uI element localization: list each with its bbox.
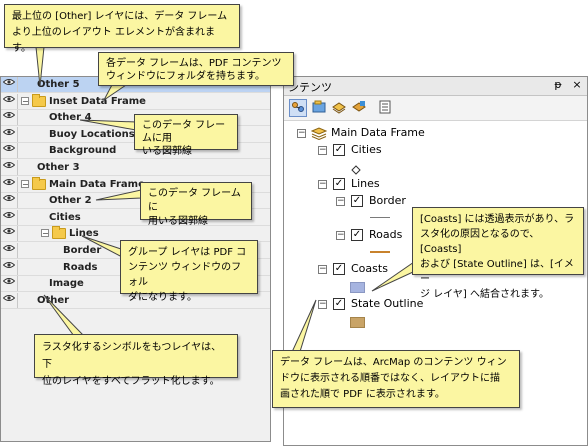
- visibility-eye-icon[interactable]: [1, 160, 18, 175]
- visibility-checkbox[interactable]: ✓: [333, 298, 345, 310]
- layer-label: Border: [369, 194, 406, 207]
- list-by-selection-icon: [352, 101, 366, 112]
- callout-main-frame-border: このデータ フレームに 用いる図郭線: [140, 182, 252, 227]
- pin-icon[interactable]: ᵽ: [552, 78, 564, 91]
- roads-line-symbol: [370, 251, 390, 253]
- callout-top-other-layer: 最上位の [Other] レイヤには、データ フレーム より上位のレイアウト エ…: [4, 4, 240, 54]
- options-icon: [379, 100, 391, 114]
- visibility-eye-icon[interactable]: [1, 127, 18, 142]
- collapse-toggle[interactable]: −: [21, 180, 29, 189]
- close-icon[interactable]: ×: [571, 78, 583, 91]
- list-by-source-icon: [312, 100, 326, 113]
- visibility-checkbox[interactable]: ✓: [333, 263, 345, 275]
- callout-raster-flatten: ラスタ化するシンボルをもつレイヤは、下 位のレイヤをすべてフラット化します。: [34, 334, 238, 387]
- layer-label: Cities: [351, 143, 382, 156]
- contents-titlebar: ンテンツ ᵽ ×: [284, 77, 587, 96]
- visibility-eye-icon[interactable]: [1, 193, 18, 208]
- layer-label: Lines: [351, 177, 380, 190]
- layer-name: Image: [49, 278, 84, 289]
- border-line-symbol: [370, 217, 390, 218]
- visibility-eye-icon[interactable]: [1, 260, 18, 275]
- layer-name: Cities: [49, 212, 81, 223]
- visibility-checkbox[interactable]: ✓: [351, 229, 363, 241]
- layer-name: Inset Data Frame: [49, 96, 146, 107]
- layer-name: Border: [63, 245, 102, 256]
- list-by-drawing-order-button[interactable]: [289, 99, 307, 117]
- toc-layer-cities[interactable]: − ✓ Cities: [318, 143, 498, 158]
- list-by-visibility-icon: [332, 102, 346, 114]
- layer-name: Other: [37, 295, 70, 306]
- collapse-toggle[interactable]: −: [318, 146, 327, 155]
- visibility-eye-icon[interactable]: [1, 177, 18, 192]
- data-frame-label: Main Data Frame: [331, 126, 425, 139]
- layer-label: State Outline: [351, 297, 424, 310]
- contents-title: ンテンツ: [288, 81, 332, 94]
- layer-name: Lines: [69, 228, 99, 239]
- visibility-checkbox[interactable]: ✓: [333, 144, 345, 156]
- state-outline-fill-symbol: [350, 317, 365, 328]
- layer-name: Other 5: [37, 79, 80, 90]
- options-button[interactable]: [376, 99, 394, 117]
- visibility-eye-icon[interactable]: [1, 293, 18, 308]
- toc-layer-lines[interactable]: − ✓ Lines: [318, 177, 498, 192]
- layer-name: Background: [49, 145, 117, 156]
- callout-group-layer: グループ レイヤは PDF コ ンテンツ ウィンドウのフォル ダになります。: [120, 240, 258, 303]
- callout-pdf-folder: 各データ フレームは、PDF コンテンツ ウィンドウにフォルダを持ちます。: [98, 52, 294, 86]
- toc-main-data-frame[interactable]: − Main Data Frame: [297, 126, 497, 141]
- visibility-checkbox[interactable]: ✓: [351, 195, 363, 207]
- contents-toolbar: [284, 96, 587, 121]
- data-frame-icon: [311, 127, 327, 140]
- callout-coasts-transparency: [Coasts] には透過表示があり、ラ スタ化の原因となるので、[Coasts…: [412, 207, 584, 300]
- pdf-layer-row[interactable]: − Inset Data Frame: [1, 94, 270, 110]
- pdf-layer-row[interactable]: Other 3: [1, 160, 270, 176]
- list-by-selection-button[interactable]: [350, 99, 368, 117]
- list-by-visibility-button[interactable]: [330, 99, 348, 117]
- collapse-toggle[interactable]: −: [297, 129, 306, 138]
- folder-icon: [52, 226, 66, 239]
- visibility-eye-icon[interactable]: [1, 210, 18, 225]
- visibility-eye-icon[interactable]: [1, 110, 18, 125]
- visibility-eye-icon[interactable]: [1, 77, 18, 92]
- layer-name: Roads: [63, 262, 98, 273]
- layer-name: Buoy Locations: [49, 129, 135, 140]
- collapse-toggle[interactable]: −: [41, 229, 49, 238]
- layer-label: Roads: [369, 228, 403, 241]
- visibility-checkbox[interactable]: ✓: [333, 178, 345, 190]
- list-by-drawing-order-icon: [292, 102, 304, 112]
- collapse-toggle[interactable]: −: [318, 300, 327, 309]
- layer-name: Main Data Frame: [49, 179, 145, 190]
- visibility-eye-icon[interactable]: [1, 94, 18, 109]
- folder-icon: [32, 177, 46, 190]
- collapse-toggle[interactable]: −: [318, 265, 327, 274]
- collapse-toggle[interactable]: −: [318, 180, 327, 189]
- collapse-toggle[interactable]: −: [21, 97, 29, 106]
- folder-icon: [32, 94, 46, 107]
- collapse-toggle[interactable]: −: [336, 197, 345, 206]
- visibility-eye-icon[interactable]: [1, 276, 18, 291]
- layer-name: Other 4: [49, 112, 92, 123]
- list-by-source-button[interactable]: [310, 99, 328, 117]
- visibility-eye-icon[interactable]: [1, 243, 18, 258]
- visibility-eye-icon[interactable]: [1, 143, 18, 158]
- layer-name: Other 3: [37, 162, 80, 173]
- layer-label: Coasts: [351, 262, 388, 275]
- visibility-eye-icon[interactable]: [1, 226, 18, 241]
- coasts-fill-symbol: [350, 282, 365, 293]
- layer-name: Other 2: [49, 195, 92, 206]
- callout-inset-frame-border: このデータ フレームに用 いる図郭線: [134, 114, 238, 157]
- callout-drawing-order: データ フレームは、ArcMap のコンテンツ ウィン ドウに表示される順番では…: [272, 350, 520, 408]
- collapse-toggle[interactable]: −: [336, 231, 345, 240]
- point-symbol-icon: [351, 165, 361, 175]
